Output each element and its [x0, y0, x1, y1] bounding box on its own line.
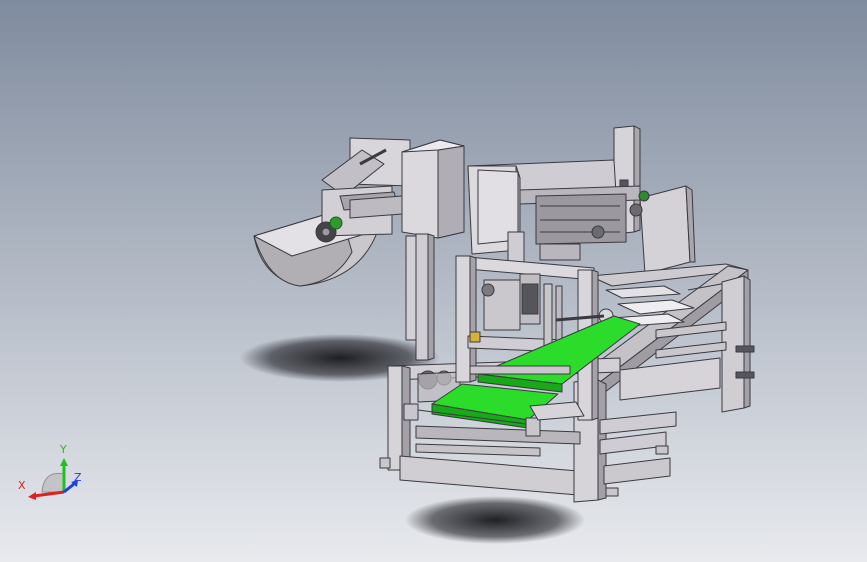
y-axis-label: Y — [60, 443, 67, 456]
machine-assembly-view[interactable] — [0, 0, 867, 562]
coordinate-triad[interactable]: Y X Z — [14, 440, 94, 510]
y-axis-arrowhead — [60, 458, 68, 466]
x-axis-label: X — [18, 479, 26, 492]
x-axis-arrow — [33, 490, 65, 498]
gearbox-housing[interactable] — [401, 139, 465, 239]
x-axis-arrowhead — [28, 492, 36, 500]
triad-graphic — [28, 458, 78, 500]
model-viewport[interactable]: Y X Z — [0, 0, 867, 562]
z-axis-label: Z — [74, 471, 82, 484]
triad-plane — [41, 472, 65, 493]
